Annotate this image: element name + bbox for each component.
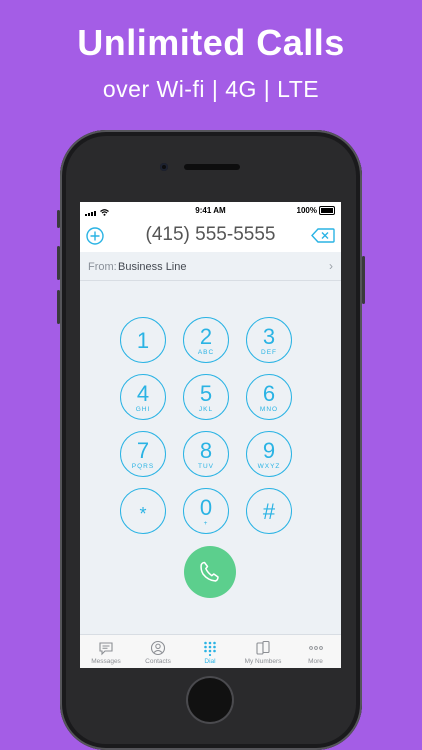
- phone-frame: 9:41 AM 100% (415) 555-5555 From: Busine…: [57, 130, 365, 750]
- more-dots-icon: [308, 646, 323, 650]
- key-5[interactable]: 5 JKL: [183, 374, 229, 420]
- volume-down-button: [57, 290, 60, 324]
- key-digit: 7: [136, 438, 150, 463]
- key-digit: 9: [262, 438, 276, 463]
- key-8[interactable]: 8 TUV: [183, 431, 229, 477]
- key-0[interactable]: 0 +: [183, 488, 229, 534]
- key-digit: 2: [199, 324, 213, 349]
- key-digit: 4: [136, 381, 150, 406]
- tab-label: My Numbers: [244, 658, 282, 665]
- key-letters: JKL: [198, 406, 214, 413]
- key-7[interactable]: 7 PQRS: [120, 431, 166, 477]
- chevron-right-icon: ›: [329, 259, 333, 273]
- battery-percent: 100%: [296, 206, 317, 215]
- call-button[interactable]: [184, 546, 236, 598]
- volume-up-button: [57, 246, 60, 280]
- front-camera: [160, 163, 168, 171]
- dialed-number: (415) 555-5555: [145, 224, 276, 245]
- tab-label: Dial: [204, 658, 216, 665]
- key-digit: 8: [199, 438, 213, 463]
- contact-icon: [150, 640, 166, 656]
- status-bar: 9:41 AM 100%: [80, 202, 341, 218]
- key-digit: #: [262, 499, 276, 524]
- subheadline: over Wi-fi | 4G | LTE: [102, 76, 320, 102]
- key-digit: *: [139, 504, 147, 524]
- dialpad-icon: [204, 641, 216, 656]
- tab-label: Messages: [91, 658, 121, 665]
- dial-bar: (415) 555-5555: [80, 218, 341, 252]
- key-letters: ABC: [197, 349, 215, 356]
- tab-dial[interactable]: Dial: [184, 635, 236, 668]
- phones-icon: [256, 640, 270, 655]
- battery-icon: [319, 206, 335, 215]
- key-digit: 6: [262, 381, 276, 406]
- home-button[interactable]: [188, 678, 232, 722]
- key-digit: 1: [136, 328, 150, 353]
- tab-label: Contacts: [145, 658, 171, 665]
- key-letters: PQRS: [131, 463, 155, 470]
- key-digit: 5: [199, 381, 213, 406]
- tab-my-numbers[interactable]: My Numbers: [236, 635, 290, 668]
- key-9[interactable]: 9 WXYZ: [246, 431, 292, 477]
- tab-bar: Messages Contacts Dial My Numbers More: [80, 634, 341, 668]
- tab-more[interactable]: More: [290, 635, 341, 668]
- key-digit: 3: [262, 324, 276, 349]
- phone-screen: 9:41 AM 100% (415) 555-5555 From: Busine…: [80, 202, 341, 668]
- tab-contacts[interactable]: Contacts: [132, 635, 184, 668]
- key-6[interactable]: 6 MNO: [246, 374, 292, 420]
- key-3[interactable]: 3 DEF: [246, 317, 292, 363]
- from-line-value: Business Line: [118, 261, 187, 273]
- key-letters: MNO: [259, 406, 279, 413]
- key-letters: TUV: [198, 463, 214, 470]
- key-hash[interactable]: #: [246, 488, 292, 534]
- key-4[interactable]: 4 GHI: [120, 374, 166, 420]
- power-button: [362, 256, 365, 304]
- earpiece-speaker: [184, 164, 240, 170]
- backspace-button[interactable]: [311, 228, 335, 248]
- key-1[interactable]: 1: [120, 317, 166, 363]
- backspace-icon: [311, 228, 335, 243]
- key-star[interactable]: *: [120, 488, 166, 534]
- key-letters: +: [203, 520, 209, 527]
- mute-switch: [57, 210, 60, 228]
- key-letters: WXYZ: [257, 463, 281, 470]
- key-letters: DEF: [261, 349, 277, 356]
- from-line-selector[interactable]: From: Business Line ›: [80, 253, 341, 281]
- headline: Unlimited Calls: [77, 22, 345, 63]
- tab-messages[interactable]: Messages: [80, 635, 132, 668]
- key-digit: 0: [199, 495, 213, 520]
- phone-icon: [200, 561, 219, 582]
- key-2[interactable]: 2 ABC: [183, 317, 229, 363]
- chat-bubble-icon: [99, 642, 113, 656]
- from-label: From:: [88, 261, 117, 273]
- tab-label: More: [308, 658, 323, 665]
- key-letters: GHI: [135, 406, 151, 413]
